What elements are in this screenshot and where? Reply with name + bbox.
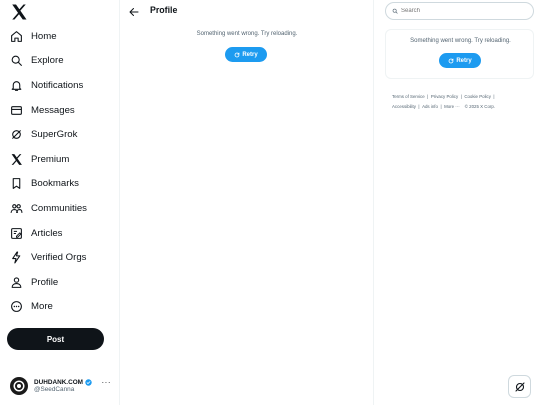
- search-box[interactable]: [385, 2, 534, 20]
- avatar: [10, 377, 28, 395]
- right-column: Something went wrong. Try reloading. Ret…: [374, 0, 540, 405]
- person-icon: [10, 276, 23, 289]
- account-handle: @SeedCanna: [34, 386, 75, 393]
- footer-links: Terms of Service | Privacy Policy | Cookie P…: [392, 94, 496, 109]
- footer-link-more[interactable]: More ···: [444, 104, 460, 109]
- retry-button[interactable]: Retry: [439, 53, 481, 68]
- refresh-icon: [448, 58, 454, 63]
- account-switcher[interactable]: DUHDANK.COM @SeedCanna ···: [10, 374, 115, 398]
- account-name-row: DUHDANK.COM: [34, 379, 92, 386]
- account-name: DUHDANK.COM: [34, 378, 83, 386]
- search-input[interactable]: [401, 8, 521, 14]
- nav-item-bookmarks[interactable]: Bookmarks: [0, 172, 120, 197]
- nav-label: Notifications: [31, 79, 84, 91]
- footer-link-cookie[interactable]: Cookie Policy: [464, 94, 491, 99]
- grok-icon: [10, 128, 23, 141]
- nav-item-communities[interactable]: Communities: [0, 196, 120, 221]
- copyright: © 2025 X Corp.: [464, 103, 496, 109]
- post-button[interactable]: Post: [7, 328, 104, 350]
- left-sidebar: Home Explore Notifications Messages Supe…: [0, 0, 120, 405]
- nav-item-premium[interactable]: Premium: [0, 147, 120, 172]
- nav-label: SuperGrok: [31, 129, 78, 141]
- nav-item-more[interactable]: More: [0, 295, 120, 320]
- account-info: DUHDANK.COM @SeedCanna: [34, 379, 92, 394]
- nav-label: Premium: [31, 153, 70, 165]
- nav-item-supergrok[interactable]: SuperGrok: [0, 122, 120, 147]
- grok-button[interactable]: [508, 375, 531, 398]
- retry-label: Retry: [242, 51, 258, 58]
- nav-label: Communities: [31, 202, 87, 214]
- account-more-icon[interactable]: ···: [102, 378, 112, 387]
- error-message: Something went wrong. Try reloading.: [196, 31, 298, 37]
- people-icon: [10, 202, 23, 215]
- footer-link-terms[interactable]: Terms of Service: [392, 94, 425, 99]
- nav-label: Home: [31, 30, 57, 42]
- primary-nav: Home Explore Notifications Messages Supe…: [0, 24, 120, 319]
- footer-link-accessibility[interactable]: Accessibility: [392, 104, 416, 109]
- back-arrow-icon[interactable]: [128, 5, 140, 17]
- nav-item-articles[interactable]: Articles: [0, 221, 120, 246]
- error-card: Something went wrong. Try reloading. Ret…: [385, 29, 534, 79]
- nav-label: Articles: [31, 227, 63, 239]
- footer-link-privacy[interactable]: Privacy Policy: [431, 94, 458, 99]
- article-icon: [10, 227, 23, 240]
- error-message: Something went wrong. Try reloading.: [410, 38, 511, 44]
- main-column: Profile Something went wrong. Try reload…: [120, 0, 374, 405]
- search-icon: [10, 54, 23, 67]
- nav-label: Bookmarks: [31, 178, 79, 190]
- nav-label: Verified Orgs: [31, 252, 87, 264]
- retry-button[interactable]: Retry: [225, 47, 267, 62]
- x-logo-icon[interactable]: [10, 3, 28, 21]
- search-icon: [392, 8, 398, 14]
- nav-item-verified-orgs[interactable]: Verified Orgs: [0, 245, 120, 270]
- bookmark-icon: [10, 177, 23, 190]
- retry-label: Retry: [456, 57, 472, 64]
- nav-label: Explore: [31, 55, 64, 67]
- grok-icon: [514, 381, 525, 392]
- verified-badge-icon: [85, 379, 92, 386]
- nav-label: More: [31, 301, 53, 313]
- nav-item-messages[interactable]: Messages: [0, 98, 120, 123]
- x-logo-icon: [10, 153, 23, 166]
- nav-item-explore[interactable]: Explore: [0, 49, 120, 74]
- nav-label: Profile: [31, 276, 59, 288]
- more-circle-icon: [10, 300, 23, 313]
- footer-link-ads-info[interactable]: Ads info: [422, 104, 438, 109]
- lightning-icon: [10, 251, 23, 264]
- envelope-icon: [10, 104, 23, 117]
- refresh-icon: [234, 52, 240, 57]
- page-title: Profile: [150, 5, 178, 15]
- top-bar: Profile: [120, 0, 374, 22]
- bell-icon: [10, 79, 23, 92]
- nav-label: Messages: [31, 104, 75, 116]
- nav-item-notifications[interactable]: Notifications: [0, 73, 120, 98]
- nav-item-profile[interactable]: Profile: [0, 270, 120, 295]
- home-icon: [10, 30, 23, 43]
- nav-item-home[interactable]: Home: [0, 24, 120, 49]
